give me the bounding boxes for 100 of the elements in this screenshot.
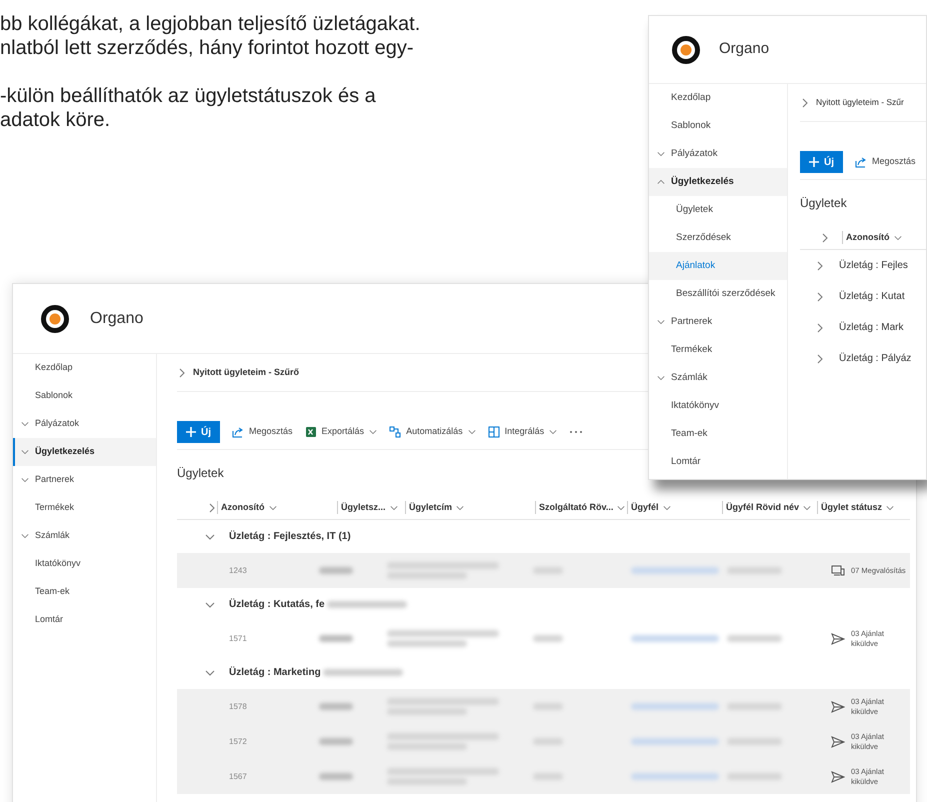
nav-item[interactable]: Pályázatok	[649, 140, 787, 168]
table-cell-text: 1243	[229, 564, 248, 576]
toolbar-button[interactable]: Automatizálás	[389, 421, 476, 443]
paragraph-line: adatok köre.	[0, 108, 112, 132]
send-icon	[831, 632, 845, 644]
chevron-icon	[820, 232, 830, 242]
table-cell-text: 1571	[229, 632, 248, 644]
table-cell-text: 1572	[229, 736, 248, 748]
chevron-icon	[390, 504, 398, 512]
breadcrumb[interactable]: Nyitott ügyleteim - Szűrő	[193, 366, 300, 380]
group-header[interactable]: Üzletág : Pályáz	[800, 343, 926, 374]
nav-item[interactable]: Kezdőlap	[13, 354, 156, 382]
column-header[interactable]: Azonosító	[842, 230, 902, 244]
paragraph-line: nlatból lett szerződés, hány forintot hozott egy-	[0, 36, 415, 60]
blurred-text	[319, 703, 353, 710]
breadcrumb[interactable]: Nyitott ügyleteim - Szűr	[816, 96, 904, 109]
chevron-icon	[268, 504, 276, 512]
nav-item[interactable]: Ügyletek	[649, 196, 787, 224]
send-icon	[831, 770, 845, 782]
send-icon	[831, 700, 845, 712]
list-title: Ügyletek	[177, 465, 224, 482]
chevron-icon	[456, 504, 464, 512]
chevron-icon	[177, 368, 187, 378]
blurred-text	[319, 773, 353, 780]
nav-item[interactable]: Lomtár	[13, 606, 156, 634]
nav-item[interactable]: Team-ek	[649, 420, 787, 448]
nav-item[interactable]: Iktatókönyv	[13, 550, 156, 578]
nav-item[interactable]: Team-ek	[13, 578, 156, 606]
site-title: Organo	[719, 39, 770, 60]
nav-item[interactable]: Szerződések	[649, 224, 787, 252]
nav-item[interactable]: Iktatókönyv	[649, 392, 787, 420]
device-icon	[831, 565, 845, 576]
chevron-icon	[815, 354, 825, 364]
chevron-icon	[617, 504, 626, 512]
blurred-text	[727, 635, 782, 642]
chevron-icon	[662, 504, 671, 512]
nav-item[interactable]: Kezdőlap	[649, 84, 787, 112]
new-button[interactable]: Új	[800, 151, 843, 173]
nav-item[interactable]: Lomtár	[649, 448, 787, 476]
group-header[interactable]: Üzletág : Fejlesztés, IT (1)	[177, 520, 910, 553]
toolbar-button[interactable]: Integrálás	[488, 421, 558, 443]
chevron-icon	[205, 532, 215, 542]
nav-item[interactable]: Számlák	[13, 522, 156, 550]
toolbar-button[interactable]: Megosztás	[855, 151, 916, 173]
flow-icon	[389, 426, 402, 438]
column-header[interactable]: Ügyletsz...	[337, 500, 405, 514]
nav-item[interactable]: Termékek	[13, 494, 156, 522]
group-header[interactable]: Üzletág : Kutatás, fe	[177, 588, 910, 621]
nav-item[interactable]: Számlák	[649, 364, 787, 392]
blurred-text	[319, 635, 353, 642]
logo-icon	[671, 34, 701, 64]
chevron-icon	[21, 532, 29, 540]
column-header[interactable]: Ügyfél	[627, 500, 722, 514]
nav-item[interactable]: Partnerek	[13, 466, 156, 494]
new-button[interactable]: Új	[177, 421, 220, 443]
chevron-icon	[815, 292, 825, 302]
blurred-text	[533, 635, 563, 642]
chevron-icon	[657, 318, 665, 326]
chevron-icon	[657, 178, 665, 186]
chevron-icon	[815, 322, 825, 332]
nav-item[interactable]: Ügyletkezelés	[649, 168, 787, 196]
toolbar-button[interactable]: Megosztás	[232, 421, 293, 443]
chevron-icon	[815, 260, 825, 270]
spreadsheet-icon	[304, 426, 317, 438]
nav-item[interactable]: Sablonok	[649, 112, 787, 140]
column-header[interactable]: Ügyfél Rövid név	[722, 500, 817, 514]
chevron-icon	[657, 150, 665, 158]
chevron-icon	[657, 374, 665, 382]
nav-item[interactable]: Sablonok	[13, 382, 156, 410]
chevron-icon	[207, 502, 217, 512]
group-header[interactable]: Üzletág : Marketing	[177, 656, 910, 689]
column-header[interactable]: Ügyletcím	[405, 500, 535, 514]
column-header[interactable]: Ügylet státusz	[817, 500, 912, 514]
blurred-text	[319, 738, 353, 745]
nav-item[interactable]: Beszállítói szerződések	[649, 280, 787, 308]
logo-icon	[40, 304, 70, 334]
chevron-icon	[205, 600, 215, 610]
group-header[interactable]: Üzletág : Mark	[800, 312, 926, 343]
share-icon	[855, 156, 867, 168]
chevron-icon	[800, 98, 810, 108]
site-title: Organo	[90, 308, 144, 328]
toolbar-button[interactable]: Exportálás	[304, 421, 378, 443]
group-header[interactable]: Üzletág : Fejles	[800, 250, 926, 281]
chevron-icon	[894, 234, 902, 242]
chevron-icon	[21, 420, 29, 428]
column-header[interactable]: Szolgáltató Röv...	[535, 500, 627, 514]
chevron-icon	[21, 448, 29, 456]
column-header[interactable]: Azonosító	[217, 500, 337, 514]
nav-item[interactable]: Ügyletkezelés	[13, 438, 156, 466]
share-icon	[232, 426, 244, 438]
nav-item[interactable]: Partnerek	[649, 308, 787, 336]
blurred-text	[319, 567, 353, 574]
nav-item[interactable]: Pályázatok	[13, 410, 156, 438]
chevron-icon	[21, 476, 29, 484]
nav-item[interactable]: Termékek	[649, 336, 787, 364]
nav-item[interactable]: Ajánlatok	[649, 252, 787, 280]
grid-icon	[488, 426, 500, 438]
send-icon	[831, 736, 845, 748]
group-header[interactable]: Üzletág : Kutat	[800, 281, 926, 312]
chevron-icon	[205, 668, 215, 678]
